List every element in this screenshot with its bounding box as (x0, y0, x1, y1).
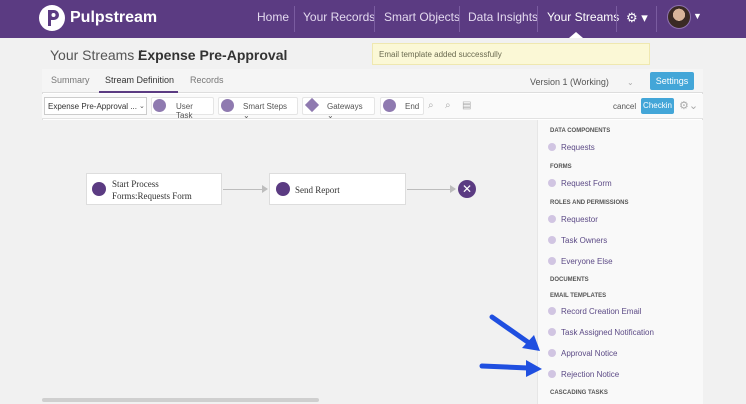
active-tab-indicator (99, 91, 178, 93)
arrow-head (450, 185, 456, 193)
nav-divider (294, 6, 295, 32)
print-icon[interactable]: ▤ (462, 100, 471, 111)
item-requestor[interactable]: Requestor (561, 215, 598, 224)
send-report-title: Send Report (295, 185, 340, 195)
smart-steps-icon (221, 99, 234, 112)
breadcrumb-root[interactable]: Your Streams / (50, 47, 142, 63)
end-icon (383, 99, 396, 112)
item-bullet-icon (548, 179, 556, 187)
end-label: End (405, 102, 420, 111)
item-bullet-icon (548, 215, 556, 223)
gateways-label: Gateways (327, 102, 363, 111)
version-select[interactable]: Version 1 (Working) (530, 77, 609, 87)
form-icon (92, 182, 106, 196)
cancel-link[interactable]: cancel (613, 102, 636, 111)
settings-button[interactable]: Settings (650, 72, 694, 90)
flow-connector (407, 189, 451, 190)
brand-name[interactable]: Pulpstream (70, 9, 157, 27)
start-process-node[interactable]: Start Process Forms:Requests Form (86, 173, 222, 205)
smart-steps-label: Smart Steps (243, 102, 288, 111)
section-documents: DOCUMENTS (550, 277, 589, 283)
zoom-out-icon[interactable]: ⌕ (445, 100, 451, 111)
pulpstream-logo-icon[interactable] (38, 4, 66, 32)
item-bullet-icon (548, 257, 556, 265)
item-bullet-icon (548, 370, 556, 378)
nav-divider (537, 6, 538, 32)
email-icon (276, 182, 290, 196)
tab-summary[interactable]: Summary (51, 75, 90, 85)
nav-divider (616, 6, 617, 32)
chevron-down-icon[interactable]: ▼ (693, 11, 702, 21)
item-task-owners[interactable]: Task Owners (561, 236, 607, 245)
item-bullet-icon (548, 236, 556, 244)
tab-records[interactable]: Records (190, 75, 224, 85)
item-record-creation-email[interactable]: Record Creation Email (561, 307, 641, 316)
nav-divider (374, 6, 375, 32)
chevron-down-icon[interactable]: ⌄ (627, 78, 634, 87)
start-node-title: Start Process (112, 179, 159, 189)
stream-selector[interactable]: Expense Pre-Approval ... (44, 97, 147, 115)
annotation-arrow-icon (479, 360, 542, 377)
success-toast: Email template added successfully (372, 43, 650, 65)
section-forms: FORMS (550, 164, 572, 170)
section-data-components: DATA COMPONENTS (550, 128, 611, 134)
arrow-head (262, 185, 268, 193)
start-node-subtitle: Forms:Requests Form (112, 191, 192, 201)
tab-stream-definition[interactable]: Stream Definition (105, 75, 174, 85)
nav-divider (459, 6, 460, 32)
item-requests[interactable]: Requests (561, 143, 595, 152)
item-bullet-icon (548, 349, 556, 357)
nav-your-streams[interactable]: Your Streams (547, 10, 619, 24)
chevron-down-icon[interactable]: ⌄ (139, 102, 145, 110)
item-approval-notice[interactable]: Approval Notice (561, 349, 617, 358)
gear-icon[interactable]: ⚙⌄ (679, 99, 698, 112)
nav-your-records[interactable]: Your Records (303, 10, 375, 24)
item-everyone-else[interactable]: Everyone Else (561, 257, 613, 266)
section-email-templates: EMAIL TEMPLATES (550, 293, 607, 299)
item-bullet-icon (548, 307, 556, 315)
section-cascading-tasks: CASCADING TASKS (550, 390, 608, 396)
annotation-arrow-icon (489, 314, 540, 351)
item-task-assigned-notification[interactable]: Task Assigned Notification (561, 328, 654, 337)
zoom-in-icon[interactable]: ⌕ (428, 100, 434, 111)
checkin-button[interactable]: Checkin (641, 98, 674, 114)
user-task-icon (153, 99, 166, 112)
avatar[interactable] (667, 5, 691, 29)
nav-divider (656, 6, 657, 32)
item-rejection-notice[interactable]: Rejection Notice (561, 370, 619, 379)
flow-connector (223, 189, 263, 190)
active-nav-indicator (569, 32, 583, 38)
nav-home[interactable]: Home (257, 10, 289, 24)
settings-gear-icon[interactable]: ⚙ ▾ (626, 10, 648, 26)
user-task-label: User Task (176, 102, 193, 120)
item-request-form[interactable]: Request Form (561, 179, 612, 188)
horizontal-scrollbar[interactable] (42, 398, 319, 402)
close-icon[interactable]: ✕ (458, 180, 476, 198)
page-title: Expense Pre-Approval (138, 47, 288, 63)
flow-canvas[interactable] (42, 120, 537, 404)
item-bullet-icon (548, 328, 556, 336)
section-roles: ROLES AND PERMISSIONS (550, 200, 629, 206)
nav-smart-objects[interactable]: Smart Objects (384, 10, 460, 24)
nav-data-insights[interactable]: Data Insights (468, 10, 538, 24)
item-bullet-icon (548, 143, 556, 151)
